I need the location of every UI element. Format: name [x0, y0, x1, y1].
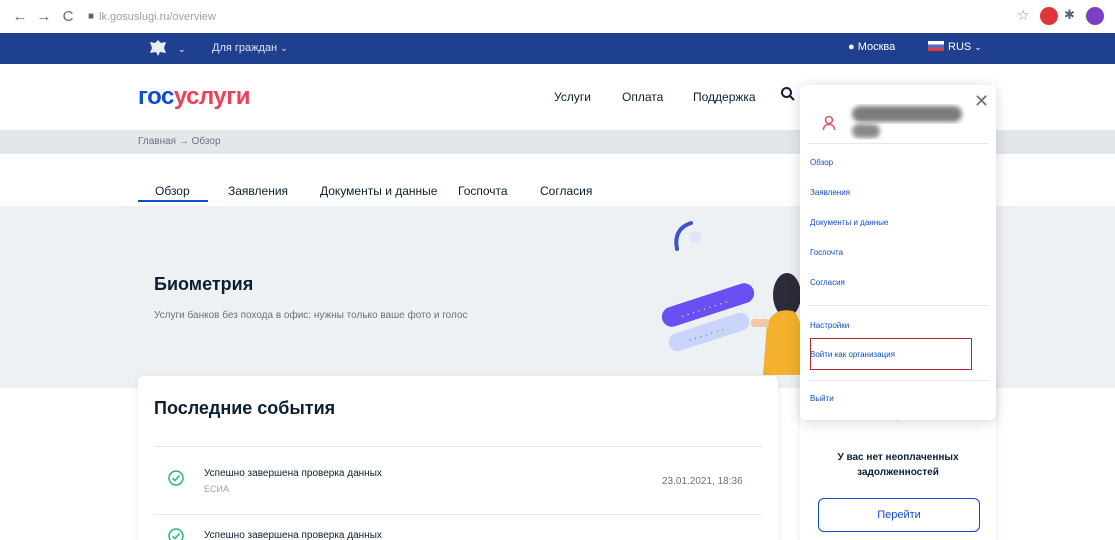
nav-services[interactable]: Услуги: [554, 90, 591, 104]
banner-subtitle: Услуги банков без похода в офис: нужны т…: [154, 310, 468, 321]
recent-events-title: Последние события: [154, 398, 336, 418]
star-icon[interactable]: ☆: [1017, 7, 1030, 24]
city-label: Москва: [857, 41, 896, 53]
event-title[interactable]: Успешно завершена проверка данных: [204, 468, 382, 479]
user-name-redacted: [852, 106, 962, 138]
profile-avatar-icon[interactable]: [1086, 7, 1104, 25]
no-debts-text: У вас нет неоплаченных задолженностей: [837, 452, 959, 478]
search-icon[interactable]: [780, 86, 796, 102]
go-button[interactable]: Перейти: [818, 498, 980, 532]
close-icon[interactable]: ✕: [974, 91, 989, 112]
divider: [808, 143, 988, 144]
divider: [808, 380, 988, 381]
tab-documents[interactable]: Документы и данные: [320, 184, 437, 198]
check-circle-icon: [168, 470, 184, 486]
nav-payment[interactable]: Оплата: [622, 90, 663, 104]
menu-item-settings[interactable]: Настройки: [810, 321, 849, 330]
forward-icon[interactable]: →: [34, 7, 54, 27]
menu-item-documents[interactable]: Документы и данные: [810, 218, 888, 227]
page: ← → C ■ lk.gosuslugi.ru/overview ☆ ✱ ⌄ Д…: [0, 0, 1115, 540]
biometry-illustration: · · · · · · · · · · · · · · · ·: [661, 221, 805, 375]
tab-gospochta[interactable]: Госпочта: [458, 184, 508, 198]
back-icon[interactable]: ←: [10, 7, 30, 27]
check-circle-icon: [168, 528, 184, 540]
event-date: 23.01.2021, 18:36: [662, 476, 743, 487]
lock-icon: ■: [88, 11, 95, 22]
language-label: RUS: [948, 41, 972, 53]
browser-toolbar: ← → C ■ lk.gosuslugi.ru/overview ☆ ✱: [0, 0, 1115, 33]
language-selector[interactable]: RUS ⌄: [928, 41, 982, 53]
user-icon: [822, 115, 836, 131]
menu-item-applications[interactable]: Заявления: [810, 188, 850, 197]
tab-applications[interactable]: Заявления: [228, 184, 288, 198]
recent-events-card: Последние события Успешно завершена пров…: [138, 376, 778, 540]
gov-top-bar: ⌄ Для граждан ⌄ ● Москва RUS ⌄: [0, 33, 1115, 64]
city-selector[interactable]: ● Москва: [848, 41, 895, 53]
logo-part-gos: гос: [138, 83, 174, 110]
address-url: lk.gosuslugi.ru/overview: [99, 10, 216, 23]
chevron-down-icon: ⌄: [974, 42, 982, 52]
menu-item-overview[interactable]: Обзор: [810, 158, 833, 167]
for-citizens-menu[interactable]: Для граждан ⌄: [212, 42, 288, 54]
russia-flag-icon: [928, 41, 944, 51]
logo-part-uslugi: услуги: [173, 83, 251, 110]
coat-of-arms-icon: [150, 40, 166, 56]
menu-item-consents[interactable]: Согласия: [810, 278, 845, 287]
menu-item-gospochta[interactable]: Госпочта: [810, 248, 843, 257]
tab-overview[interactable]: Обзор: [155, 184, 190, 198]
profile-dropdown: ✕ Обзор Заявления Документы и данные Гос…: [800, 85, 996, 420]
divider: [808, 305, 988, 306]
location-pin-icon: ●: [848, 41, 855, 53]
for-citizens-label: Для граждан: [212, 42, 278, 54]
banner-title: Биометрия: [154, 274, 254, 294]
breadcrumb[interactable]: Главная → Обзор: [138, 136, 221, 147]
event-title[interactable]: Успешно завершена проверка данных: [204, 530, 382, 540]
extensions-puzzle-icon[interactable]: ✱: [1064, 7, 1075, 23]
reload-icon[interactable]: C: [58, 7, 78, 27]
extension-red-icon[interactable]: [1040, 7, 1058, 25]
divider: [154, 514, 762, 515]
divider: [154, 446, 762, 447]
menu-item-login-as-organization[interactable]: Войти как организация: [810, 350, 895, 359]
gosuslugi-logo[interactable]: госуслуги: [138, 83, 251, 111]
nav-support[interactable]: Поддержка: [693, 90, 756, 104]
active-tab-indicator: [138, 200, 208, 202]
menu-item-logout[interactable]: Выйти: [810, 394, 834, 403]
emblem-chevron-down-icon[interactable]: ⌄: [178, 44, 186, 55]
tab-consents[interactable]: Согласия: [540, 184, 592, 198]
event-source: ЕСИА: [204, 484, 229, 494]
chevron-down-icon: ⌄: [280, 43, 288, 53]
overview-tabs: Обзор Заявления Документы и данные Госпо…: [0, 176, 780, 206]
address-bar[interactable]: ■ lk.gosuslugi.ru/overview: [88, 6, 216, 28]
